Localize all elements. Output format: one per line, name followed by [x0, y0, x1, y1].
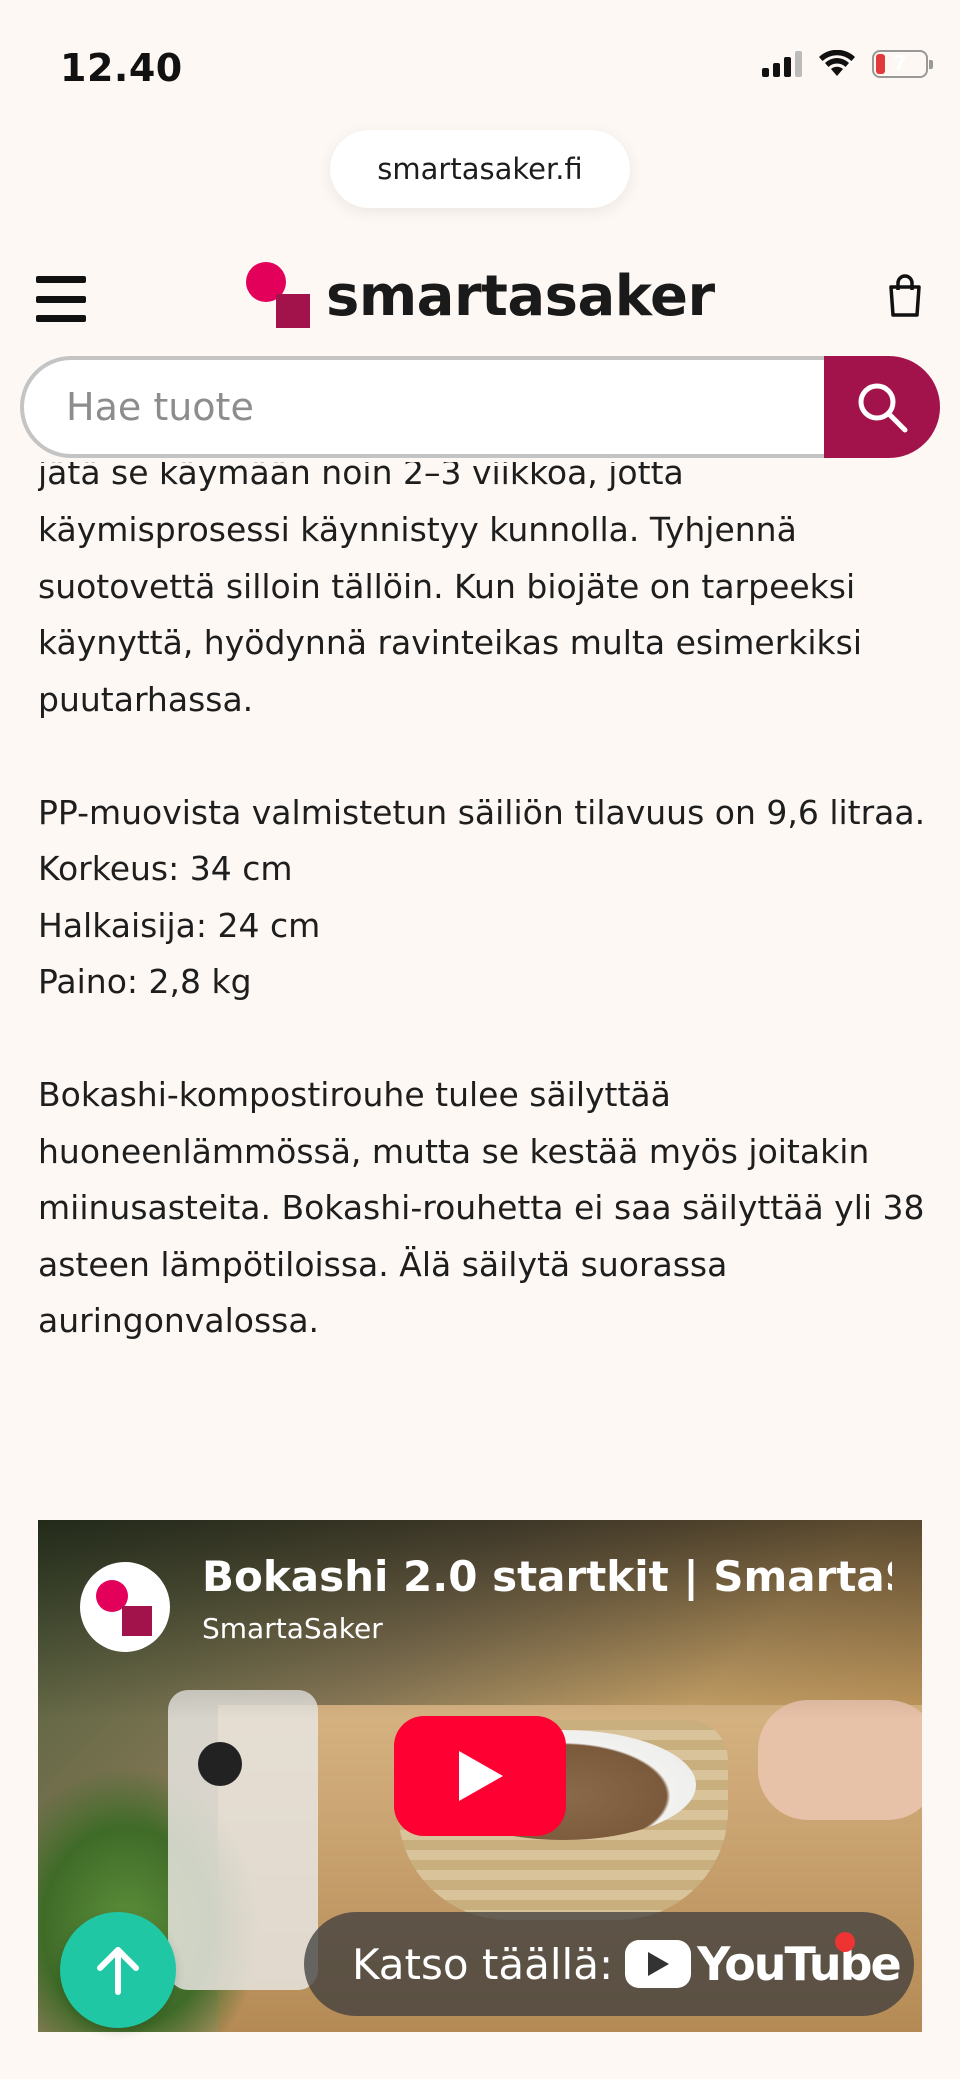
- partial-line: jätä se käymään noin 2–3 viikkoa, jotta: [38, 462, 684, 492]
- watch-label: Katso täällä:: [352, 1939, 614, 1989]
- search-bar: Hae tuote: [20, 356, 940, 458]
- spec-height: Korkeus: 34 cm: [38, 849, 293, 888]
- site-header: smartasaker: [0, 240, 960, 350]
- paragraph-usage: käymisprosessi käynnistyy kunnolla. Tyhj…: [38, 510, 863, 719]
- play-button[interactable]: [394, 1716, 566, 1836]
- status-bar: 12.40 7: [0, 0, 960, 120]
- search-button[interactable]: [824, 356, 940, 458]
- address-bar[interactable]: smartasaker.fi: [330, 130, 630, 208]
- logo-text: smartasaker: [326, 263, 715, 329]
- site-logo[interactable]: smartasaker: [246, 262, 715, 330]
- youtube-logo: YouTube: [625, 1937, 902, 1991]
- youtube-play-icon: [625, 1940, 692, 1988]
- wifi-icon: [819, 50, 855, 76]
- menu-icon[interactable]: [36, 276, 86, 322]
- spec-weight: Paino: 2,8 kg: [38, 962, 252, 1001]
- paragraph-storage: Bokashi-kompostirouhe tulee säilyttää hu…: [38, 1075, 925, 1340]
- status-time: 12.40: [60, 46, 183, 90]
- status-icons: 7: [762, 50, 933, 78]
- scroll-to-top-button[interactable]: [60, 1912, 176, 2028]
- video-channel-name[interactable]: SmartaSaker: [202, 1612, 383, 1645]
- youtube-wordmark: YouTube: [697, 1937, 902, 1991]
- logo-mark-icon: [246, 262, 314, 330]
- video-title[interactable]: Bokashi 2.0 startkit | SmartaSaker: [202, 1552, 892, 1601]
- arrow-up-icon: [97, 1947, 139, 1995]
- spec-volume: PP-muovista valmistetun säiliön tilavuus…: [38, 792, 926, 832]
- channel-avatar[interactable]: [80, 1562, 170, 1652]
- product-description: jätä se käymään noin 2–3 viikkoa, jotta …: [38, 462, 928, 1350]
- battery-icon: 7: [872, 50, 933, 78]
- battery-level: 7: [893, 51, 907, 75]
- spec-diameter: Halkaisija: 24 cm: [38, 905, 321, 945]
- cellular-signal-icon: [762, 51, 802, 77]
- search-icon: [858, 383, 908, 433]
- award-badge-icon: [835, 1932, 855, 1952]
- search-input[interactable]: Hae tuote: [20, 356, 856, 458]
- play-icon: [459, 1751, 503, 1801]
- shopping-bag-icon[interactable]: [886, 274, 924, 318]
- watch-on-youtube-button[interactable]: Katso täällä: YouTube: [304, 1912, 914, 2016]
